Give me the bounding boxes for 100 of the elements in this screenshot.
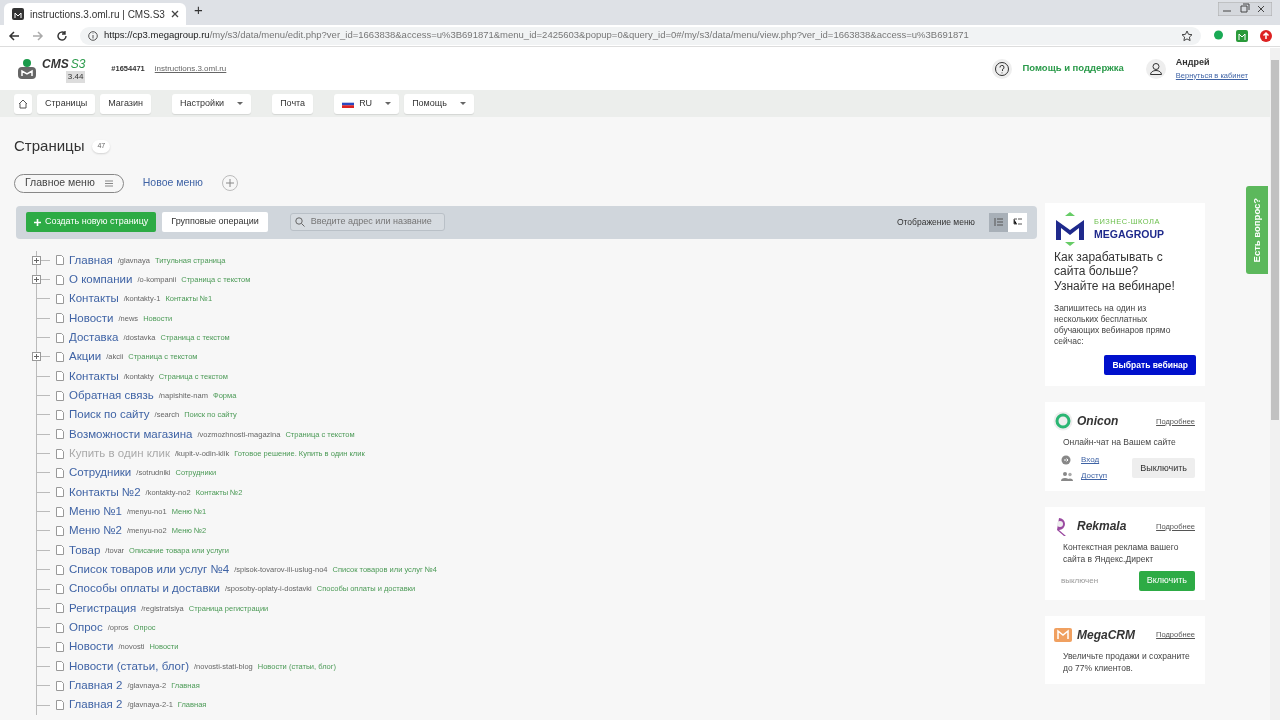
page-icon xyxy=(56,351,64,362)
page-icon xyxy=(56,429,64,440)
page-icon xyxy=(56,700,64,711)
nav-menu-button[interactable]: Страницы xyxy=(37,93,96,114)
list-icon xyxy=(104,179,113,187)
home-icon xyxy=(18,98,28,109)
expand-icon[interactable] xyxy=(32,352,41,362)
login-icon xyxy=(1061,455,1073,466)
page-link[interactable]: Главная xyxy=(69,251,113,269)
nav-menu-button[interactable]: RU xyxy=(334,93,400,114)
nav-menu-button[interactable]: Магазин xyxy=(100,93,151,114)
help-icon[interactable] xyxy=(992,58,1013,79)
reload-icon[interactable] xyxy=(56,29,68,42)
service-name: MegaCRM xyxy=(1077,627,1135,645)
menu-tab[interactable]: Новое меню xyxy=(131,173,214,193)
close-icon[interactable] xyxy=(170,10,179,18)
webinar-button[interactable]: Выбрать вебинар xyxy=(1104,355,1196,376)
search-icon xyxy=(294,217,305,227)
page-title: Страницы xyxy=(14,136,85,156)
browser-tab[interactable]: instructions.3.oml.ru | CMS.S3 xyxy=(4,3,186,25)
logo-text: CMS xyxy=(42,55,69,73)
service-description: Увеличьте продажи и сохраните до 77% клиентов. xyxy=(1063,651,1191,675)
version-badge: 3.44 xyxy=(65,70,86,83)
service-description: Контекстная реклама вашего сайта в Яндекс.Директ xyxy=(1063,542,1180,567)
service-name: Rekmala xyxy=(1077,518,1127,536)
page-link[interactable]: Товар xyxy=(69,541,101,559)
view-mode-button[interactable] xyxy=(1008,212,1027,232)
search-field[interactable]: Введите адрес или название xyxy=(289,213,445,231)
nav-menu-button[interactable]: Помощь xyxy=(404,93,474,114)
view-mode-button[interactable] xyxy=(989,212,1008,232)
page-icon xyxy=(56,371,64,382)
info-icon xyxy=(88,30,98,41)
page-link[interactable]: Меню №1 xyxy=(69,503,122,521)
expand-icon[interactable] xyxy=(32,255,41,265)
expand-icon[interactable] xyxy=(32,274,41,284)
page-icon xyxy=(56,409,64,420)
page-link[interactable]: Доставка xyxy=(69,328,119,347)
list-view-icon xyxy=(993,217,1004,227)
school-name: MEGAGROUP xyxy=(1094,226,1164,242)
page-icon xyxy=(56,545,64,556)
promo-text: Запишитесь на один из нескольких бесплатных обучающих вебинаров прямо сейчас: xyxy=(1054,303,1172,348)
nav-menu-button[interactable]: Почта xyxy=(272,93,314,114)
help-link[interactable]: Помощь и поддержка xyxy=(1022,61,1124,76)
star-icon[interactable] xyxy=(1181,29,1193,42)
page-icon xyxy=(56,332,64,343)
page-link[interactable]: Контакты xyxy=(69,290,119,308)
logo-text: S3 xyxy=(70,55,86,73)
nav-menu-button[interactable]: Настройки xyxy=(172,93,252,114)
page-link[interactable]: Контакты №2 xyxy=(69,483,141,501)
page-link[interactable]: Новости xyxy=(69,638,114,656)
user-name: Андрей xyxy=(1175,56,1211,70)
new-tab-button[interactable]: + xyxy=(194,0,203,21)
page-icon xyxy=(56,584,64,594)
page-link[interactable]: Контакты xyxy=(69,367,119,385)
page-link[interactable]: Регистрация xyxy=(69,599,137,617)
page-link[interactable]: Акции xyxy=(69,348,102,366)
domain-link[interactable]: instructions.3.oml.ru xyxy=(154,62,227,75)
scrollbar-thumb[interactable] xyxy=(1271,60,1279,420)
page-icon xyxy=(56,467,64,478)
page-icon xyxy=(56,526,64,536)
page-icon xyxy=(56,313,64,324)
service-name: Onicon xyxy=(1077,413,1119,431)
page-link[interactable]: Список товаров или услуг №4 xyxy=(69,561,230,579)
user-icon[interactable] xyxy=(1145,58,1166,79)
logo-icon xyxy=(16,57,38,80)
page-link[interactable]: Способы оплаты и доставки xyxy=(69,580,221,598)
promo-headline: Как зарабатывать с сайта больше? Узнайте на вебинаре! xyxy=(1054,250,1176,294)
window-controls-icon[interactable] xyxy=(1218,2,1272,16)
view-label: Отображение меню xyxy=(896,215,975,229)
home-button[interactable] xyxy=(14,93,32,114)
group-operations-button[interactable]: Групповые операции xyxy=(162,212,268,232)
chat-bubble-icon[interactable] xyxy=(1213,30,1224,41)
extension-icon[interactable] xyxy=(1236,29,1248,42)
page-icon xyxy=(56,642,64,653)
page-link[interactable]: Возможности магазина xyxy=(69,425,193,443)
page-icon xyxy=(56,603,64,614)
page-link[interactable]: Новости (статьи, блог) xyxy=(69,657,189,675)
page-link[interactable]: Главная 2 xyxy=(69,677,123,695)
page-icon xyxy=(56,390,64,401)
page-link[interactable]: Новости xyxy=(69,309,114,327)
status-text: выключен xyxy=(1061,575,1100,588)
page-link[interactable]: Меню №2 xyxy=(69,522,122,540)
page-icon xyxy=(56,506,64,517)
back-icon[interactable] xyxy=(8,29,20,42)
page-link[interactable]: Опрос xyxy=(69,619,103,637)
page-link[interactable]: Поиск по сайту xyxy=(69,406,150,424)
page-link[interactable]: Обратная связь xyxy=(69,386,154,405)
page-icon xyxy=(56,448,64,459)
page-icon xyxy=(56,680,64,691)
page-link[interactable]: Главная 2 xyxy=(69,696,123,714)
service-link[interactable]: Вход xyxy=(1081,454,1100,467)
chat-logo-icon xyxy=(1053,411,1073,432)
service-description: Онлайн-чат на Вашем сайте xyxy=(1063,437,1177,450)
plus-icon xyxy=(34,218,41,226)
page-link[interactable]: О компании xyxy=(69,270,133,289)
upload-icon[interactable] xyxy=(1260,29,1272,42)
service-link[interactable]: Доступ xyxy=(1081,470,1108,483)
page-link[interactable]: Сотрудники xyxy=(69,464,132,482)
page-icon xyxy=(56,293,64,304)
toggle-button[interactable]: Выключить xyxy=(1132,458,1195,479)
